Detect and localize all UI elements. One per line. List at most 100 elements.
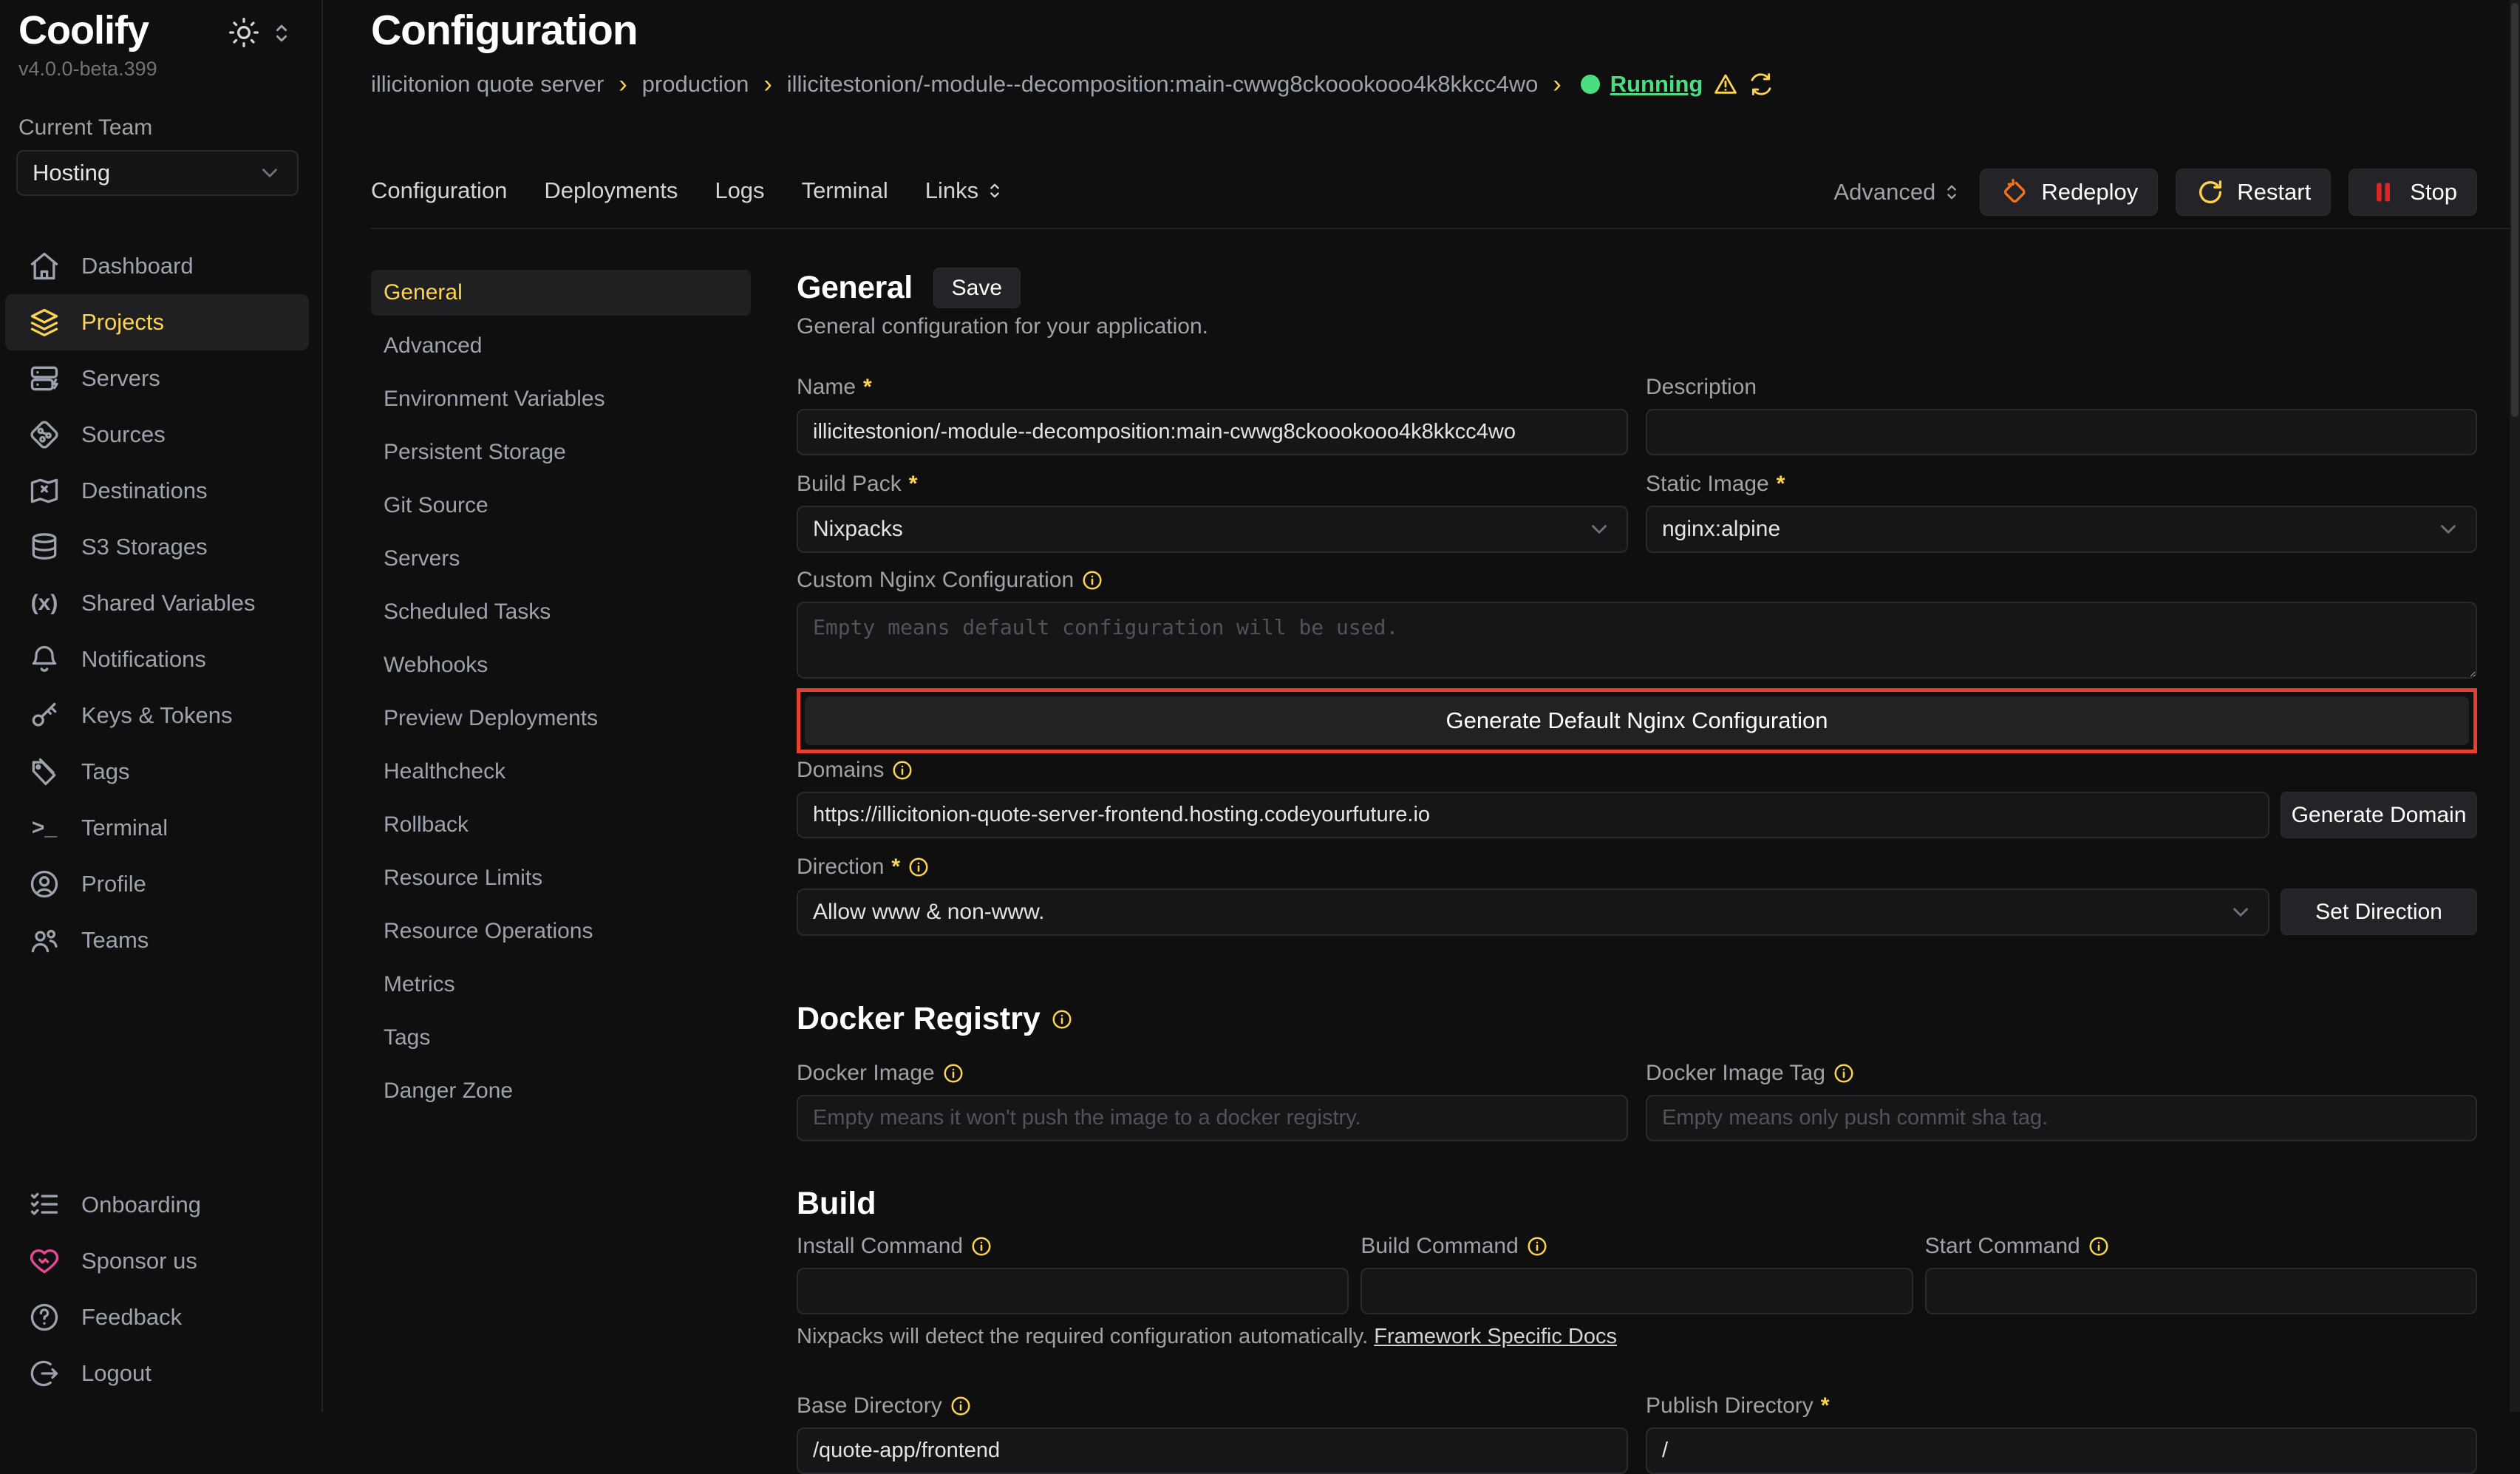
breadcrumb-environment[interactable]: production [642, 71, 749, 98]
sidebar-item-destinations[interactable]: Destinations [0, 463, 320, 519]
static-image-select[interactable]: nginx:alpine [1646, 506, 2477, 553]
save-button[interactable]: Save [933, 268, 1021, 308]
redeploy-button[interactable]: Redeploy [1980, 169, 2158, 216]
tab-logs[interactable]: Logs [715, 177, 764, 204]
layers-icon [28, 306, 61, 339]
subnav-tags[interactable]: Tags [371, 1015, 751, 1061]
sidebar-item-s3-storages[interactable]: S3 Storages [0, 519, 320, 575]
subnav-environment-variables[interactable]: Environment Variables [371, 376, 751, 422]
info-icon[interactable] [1526, 1235, 1548, 1257]
subnav-general[interactable]: General [371, 270, 751, 316]
breadcrumb-resource[interactable]: illicitestonion/-module--decomposition:m… [787, 71, 1539, 98]
sidebar-item-keys-tokens[interactable]: Keys & Tokens [0, 687, 320, 744]
general-form: General Save General configuration for y… [797, 268, 2477, 1474]
sidebar-item-servers[interactable]: Servers [0, 350, 320, 407]
custom-nginx-textarea[interactable] [797, 602, 2477, 679]
home-icon [28, 250, 61, 282]
status-running-link[interactable]: Running [1610, 71, 1703, 98]
subnav-scheduled-tasks[interactable]: Scheduled Tasks [371, 589, 751, 635]
refresh-icon[interactable] [1748, 72, 1774, 97]
build-command-input[interactable] [1361, 1268, 1913, 1314]
theme-toggle-sun-icon[interactable] [228, 16, 260, 49]
scrollbar[interactable] [2510, 0, 2520, 1412]
tab-terminal[interactable]: Terminal [802, 177, 888, 204]
sidebar-item-sponsor-us[interactable]: Sponsor us [0, 1233, 320, 1289]
restart-button[interactable]: Restart [2176, 169, 2331, 216]
subnav-preview-deployments[interactable]: Preview Deployments [371, 696, 751, 741]
sidebar-item-logout[interactable]: Logout [0, 1345, 320, 1402]
sidebar-item-feedback[interactable]: Feedback [0, 1289, 320, 1345]
generate-nginx-config-button[interactable]: Generate Default Nginx Configuration [805, 696, 2469, 745]
info-icon[interactable] [1833, 1062, 1855, 1084]
sidebar-item-dashboard[interactable]: Dashboard [0, 238, 320, 294]
info-icon[interactable] [942, 1062, 964, 1084]
docker-image-tag-field: Docker Image Tag [1646, 1059, 2477, 1141]
breadcrumb-project[interactable]: illicitonion quote server [371, 71, 604, 98]
set-direction-button[interactable]: Set Direction [2281, 889, 2477, 935]
sidebar-item-terminal[interactable]: >_ Terminal [0, 800, 320, 856]
subnav-advanced[interactable]: Advanced [371, 323, 751, 369]
info-icon[interactable] [907, 856, 930, 878]
advanced-dropdown[interactable]: Advanced [1833, 179, 1962, 206]
subnav-webhooks[interactable]: Webhooks [371, 642, 751, 688]
sidebar-item-projects[interactable]: Projects [5, 294, 309, 350]
heart-icon [28, 1245, 61, 1277]
warning-triangle-icon[interactable] [1713, 72, 1738, 97]
sidebar-item-shared-variables[interactable]: (x) Shared Variables [0, 575, 320, 631]
subnav-metrics[interactable]: Metrics [371, 962, 751, 1008]
sidebar: Coolify v4.0.0-beta.399 Current Team Hos… [0, 0, 323, 1412]
name-input[interactable] [797, 409, 1628, 455]
docker-image-input[interactable] [797, 1095, 1628, 1141]
docker-image-field: Docker Image [797, 1059, 1628, 1141]
framework-docs-link[interactable]: Framework Specific Docs [1374, 1325, 1617, 1348]
publish-directory-input[interactable] [1646, 1427, 2477, 1474]
sidebar-item-notifications[interactable]: Notifications [0, 631, 320, 687]
docker-image-tag-input[interactable] [1646, 1095, 2477, 1141]
subnav-resource-limits[interactable]: Resource Limits [371, 855, 751, 901]
build-pack-select[interactable]: Nixpacks [797, 506, 1628, 553]
section-subtitle: General configuration for your applicati… [797, 314, 2477, 339]
info-icon[interactable] [2088, 1235, 2110, 1257]
subnav-servers[interactable]: Servers [371, 536, 751, 582]
chevrons-up-down-icon [984, 180, 1005, 201]
info-icon[interactable] [950, 1395, 972, 1417]
info-icon[interactable] [1051, 1008, 1073, 1030]
start-command-input[interactable] [1925, 1268, 2477, 1314]
custom-nginx-field: Custom Nginx Configuration [797, 566, 2477, 688]
team-select[interactable]: Hosting [16, 150, 299, 196]
scrollbar-thumb[interactable] [2511, 3, 2519, 417]
tab-configuration[interactable]: Configuration [371, 177, 507, 204]
info-icon[interactable] [891, 759, 913, 781]
tag-icon [28, 755, 61, 788]
sidebar-item-profile[interactable]: Profile [0, 856, 320, 912]
subnav-resource-operations[interactable]: Resource Operations [371, 908, 751, 954]
chevron-down-icon [1587, 517, 1612, 542]
chevrons-up-down-icon [1941, 182, 1962, 203]
subnav-healthcheck[interactable]: Healthcheck [371, 749, 751, 795]
sidebar-item-teams[interactable]: Teams [0, 912, 320, 968]
status-badge: Running [1581, 71, 1774, 98]
install-command-input[interactable] [797, 1268, 1349, 1314]
subnav-persistent-storage[interactable]: Persistent Storage [371, 429, 751, 475]
required-asterisk: * [1777, 472, 1785, 497]
sidebar-item-tags[interactable]: Tags [0, 744, 320, 800]
subnav-danger-zone[interactable]: Danger Zone [371, 1068, 751, 1114]
generate-domain-button[interactable]: Generate Domain [2281, 792, 2477, 838]
direction-select[interactable]: Allow www & non-www. [797, 889, 2269, 936]
base-directory-input[interactable] [797, 1427, 1628, 1474]
tab-links[interactable]: Links [925, 177, 1005, 204]
subnav-rollback[interactable]: Rollback [371, 802, 751, 848]
domains-input[interactable] [797, 792, 2269, 838]
instance-switcher-chevrons-icon[interactable] [269, 21, 294, 46]
app-logo[interactable]: Coolify [18, 7, 149, 53]
install-command-field: Install Command [797, 1232, 1349, 1314]
sidebar-item-sources[interactable]: Sources [0, 407, 320, 463]
sidebar-item-onboarding[interactable]: Onboarding [0, 1177, 320, 1233]
stop-button[interactable]: Stop [2349, 169, 2477, 216]
tab-deployments[interactable]: Deployments [544, 177, 678, 204]
subnav-git-source[interactable]: Git Source [371, 483, 751, 529]
description-input[interactable] [1646, 409, 2477, 455]
info-icon[interactable] [970, 1235, 992, 1257]
info-icon[interactable] [1081, 569, 1103, 591]
static-image-field: Static Image* nginx:alpine [1646, 470, 2477, 553]
